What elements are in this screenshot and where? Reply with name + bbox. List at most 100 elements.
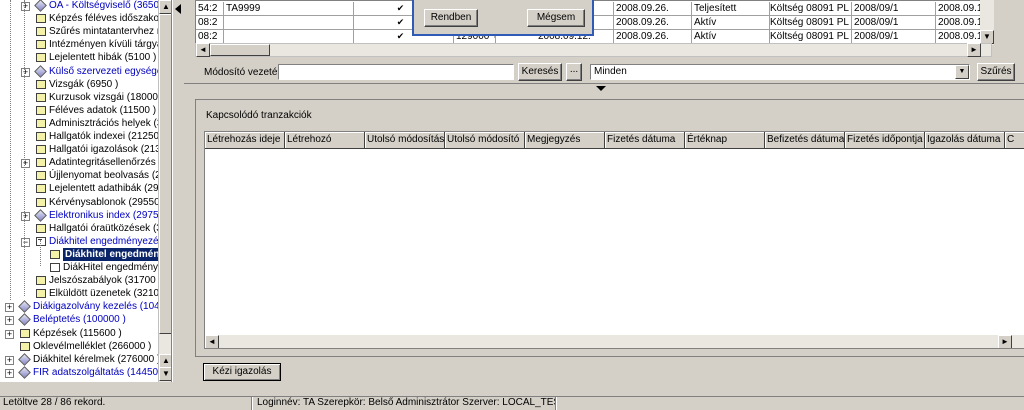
expand-icon[interactable]: +: [21, 211, 30, 221]
tree-node-label: Vizsgák (6950 ): [49, 78, 119, 90]
cancel-button[interactable]: Mégsem: [527, 9, 585, 27]
manual-verification-button[interactable]: Kézi igazolás: [203, 363, 281, 381]
expand-icon[interactable]: +: [5, 303, 14, 313]
table-row[interactable]: 08:2 ✔ 2008.09.26. Aktív Költség 08091 PL 1-…: [196, 16, 991, 30]
expand-icon[interactable]: +: [5, 368, 14, 378]
tree-node-label: Lejelentett hibák (5100 ): [49, 52, 157, 64]
tree-node[interactable]: + Képzések (115600 ): [0, 327, 158, 340]
table-cell[interactable]: 54:2: [196, 2, 224, 16]
scroll-right-icon[interactable]: ►: [967, 43, 981, 57]
grid-horizontal-scrollbar[interactable]: ◄ ►: [195, 43, 992, 57]
check-icon[interactable]: ✔: [396, 32, 405, 41]
form-icon: [36, 118, 46, 128]
column-header[interactable]: Fizetés dátuma: [605, 132, 685, 149]
tree-node[interactable]: + Diákhitel kérelmek (276000 ): [0, 352, 160, 366]
table-cell[interactable]: Költség 08091 PL 1-: [768, 2, 852, 16]
table-cell[interactable]: 2008.09.26.: [614, 16, 692, 30]
tree-node-label: Elektronikus index (29750 ): [49, 209, 171, 221]
table-cell[interactable]: Aktív: [692, 16, 770, 30]
form-icon: [20, 341, 30, 351]
table-row[interactable]: 54:2 TA9999 ✔ 2008.09.26. Teljesített Költség…: [196, 2, 991, 16]
scroll-left-icon[interactable]: ◄: [205, 335, 219, 348]
tree-guide-line: [10, 0, 11, 300]
module-icon: [34, 208, 47, 222]
column-header[interactable]: Létrehozó: [285, 132, 365, 149]
related-transactions-panel: Kapcsolódó tranzakciók Létrehozás ideje L…: [195, 99, 1024, 357]
table-cell[interactable]: [224, 16, 354, 30]
form-icon: [36, 197, 46, 207]
table-cell[interactable]: TA9999: [224, 2, 354, 16]
module-icon: [34, 0, 47, 12]
tree-node-label: Képzés féléves időszakok (4: [49, 13, 172, 25]
tree-node[interactable]: + Beléptetés (100000 ): [0, 313, 158, 327]
column-header[interactable]: Értéknap: [685, 132, 765, 149]
expand-icon[interactable]: +: [21, 67, 30, 77]
filter-combo[interactable]: Minden ▼: [590, 64, 970, 80]
expand-icon[interactable]: +: [21, 2, 30, 11]
collapse-left-icon[interactable]: [175, 4, 181, 14]
scroll-up-icon[interactable]: ▲: [159, 354, 171, 368]
tree-node-label: Kérvénysablonok (29550 ): [49, 196, 166, 208]
filter-input[interactable]: [278, 64, 514, 80]
chevron-down-icon[interactable]: ▼: [955, 65, 969, 79]
tree-scrollbar[interactable]: ▲ ▲ ▼: [158, 0, 171, 382]
column-header[interactable]: Utolsó módosítás ...: [365, 132, 445, 149]
table-cell[interactable]: 08:2: [196, 16, 224, 30]
tree-node-label: Újjlenyomat beolvasás (2930: [49, 170, 172, 182]
table-cell[interactable]: Aktív: [692, 30, 770, 44]
scroll-down-icon[interactable]: ▼: [980, 30, 994, 44]
column-header[interactable]: Igazolás dátuma: [925, 132, 1005, 149]
tree-node[interactable]: Oklevélmelléklet (266000 ): [0, 340, 158, 353]
scroll-left-icon[interactable]: ◄: [196, 43, 210, 57]
grid-vertical-scrollbar[interactable]: ▼: [980, 0, 994, 45]
vertical-splitter[interactable]: [172, 0, 184, 382]
table-cell[interactable]: 2008/09/1: [852, 16, 936, 30]
tree-scroll-thumb[interactable]: [159, 14, 171, 334]
column-header[interactable]: Befizetés dátuma: [765, 132, 845, 149]
ok-button[interactable]: Rendben: [424, 9, 478, 27]
form-icon: [36, 276, 46, 286]
collapse-down-icon[interactable]: [596, 86, 606, 91]
table-cell[interactable]: Teljesített: [692, 2, 770, 16]
grid-header: Létrehozás ideje Létrehozó Utolsó módosítá…: [205, 132, 1024, 149]
grid-scroll-thumb[interactable]: [210, 44, 270, 56]
tree-node[interactable]: + FIR adatszolgáltatás (14450: [0, 365, 158, 379]
navigation-tree[interactable]: + OA - Költségviselő (3650 ) Képzés féléve…: [0, 0, 172, 382]
scroll-down-icon[interactable]: ▼: [159, 367, 171, 381]
tree-node-label: Intézményen kívüli tárgyak (4: [49, 39, 172, 51]
column-header[interactable]: Utolsó módosító: [445, 132, 525, 149]
table-cell[interactable]: 2008/09/1: [852, 2, 936, 16]
form-icon: [36, 92, 46, 102]
table-row[interactable]: 08:2 ✔ 129000 +2008.09.12. 2008.09.26. Aktív…: [196, 30, 991, 44]
transactions-horizontal-scrollbar[interactable]: ◄ ►: [205, 335, 1024, 348]
table-cell[interactable]: 2008.09.26.: [614, 30, 692, 44]
form-icon: [50, 249, 60, 259]
table-cell[interactable]: [224, 30, 354, 44]
scroll-up-icon[interactable]: ▲: [159, 0, 171, 14]
column-header[interactable]: Megjegyzés: [525, 132, 605, 149]
scroll-right-icon[interactable]: ►: [998, 335, 1012, 348]
expand-icon[interactable]: +: [5, 316, 14, 326]
column-header[interactable]: C: [1005, 132, 1024, 149]
column-header[interactable]: Létrehozás ideje: [205, 132, 285, 149]
filter-button[interactable]: Szűrés: [977, 63, 1015, 81]
ellipsis-button[interactable]: ...: [566, 63, 582, 81]
search-button[interactable]: Keresés: [518, 63, 562, 81]
module-icon: [18, 365, 31, 379]
table-cell[interactable]: 08:2: [196, 30, 224, 44]
horizontal-splitter[interactable]: [184, 83, 1024, 91]
expand-icon[interactable]: +: [5, 329, 14, 339]
table-cell[interactable]: Költség 08091 PL 1-: [768, 16, 852, 30]
check-icon[interactable]: ✔: [396, 4, 405, 13]
table-cell[interactable]: Költség 08091 PL 1-: [768, 30, 852, 44]
table-cell[interactable]: 2008.09.26.: [614, 2, 692, 16]
tree-node[interactable]: + Diákigazolvány kezelés (10400: [0, 300, 171, 314]
open-folder-icon: [36, 236, 46, 246]
column-header[interactable]: Fizetés időpontja: [845, 132, 925, 149]
transactions-grid[interactable]: Létrehozás ideje Létrehozó Utolsó módosítá…: [204, 131, 1024, 349]
table-cell[interactable]: 2008/09/1: [852, 30, 936, 44]
collapse-icon[interactable]: −: [21, 237, 30, 247]
expand-icon[interactable]: +: [21, 159, 30, 169]
expand-icon[interactable]: +: [5, 355, 14, 365]
check-icon[interactable]: ✔: [396, 18, 405, 27]
